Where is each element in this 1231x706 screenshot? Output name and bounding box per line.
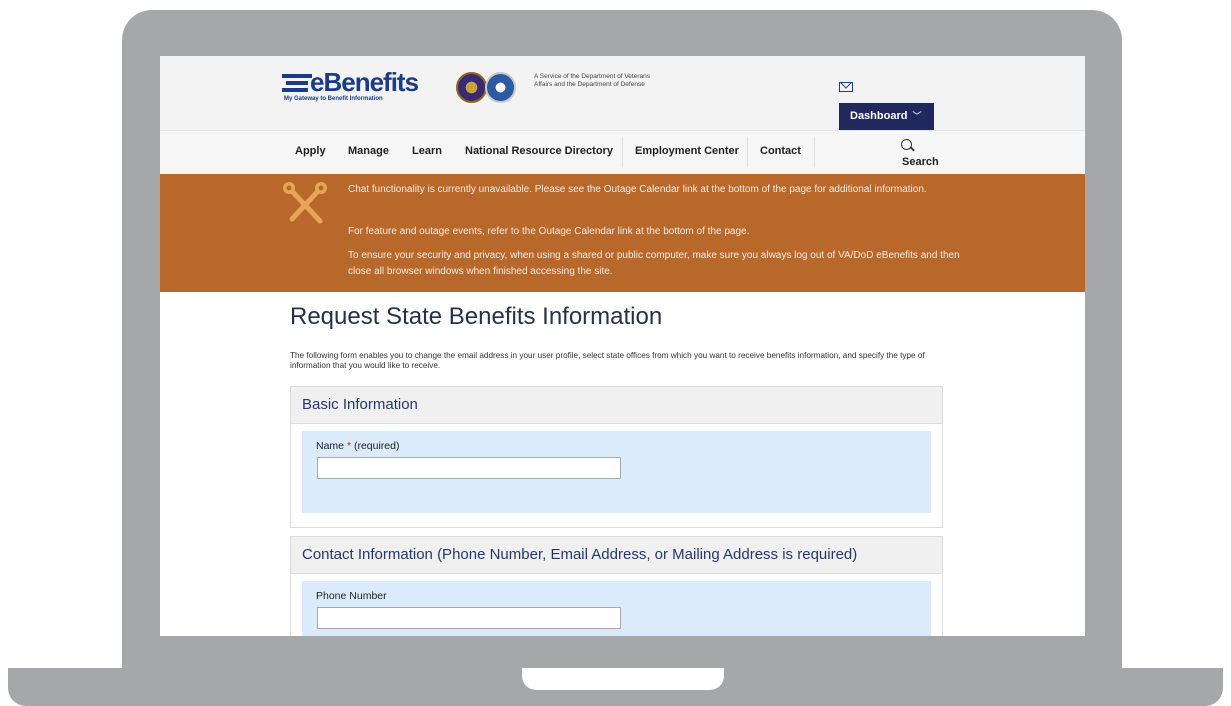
nav-item-national-resource-directory[interactable]: National Resource Directory bbox=[465, 145, 613, 157]
name-label-text: Name bbox=[316, 440, 345, 452]
alert-message: For feature and outage events, refer to … bbox=[348, 226, 750, 237]
nav-item-manage[interactable]: Manage bbox=[348, 145, 389, 157]
mail-icon[interactable] bbox=[839, 82, 853, 92]
contact-information-section: Contact Information (Phone Number, Email… bbox=[290, 536, 943, 636]
alert-message: Chat functionality is currently unavaila… bbox=[348, 184, 927, 195]
intro-text: The following form enables you to change… bbox=[290, 351, 925, 370]
section-title: Contact Information (Phone Number, Email… bbox=[291, 537, 942, 574]
form-panel: Name * (required) bbox=[302, 431, 931, 513]
laptop-screen: eBenefits My Gateway to Benefit Informat… bbox=[160, 56, 1085, 636]
required-mark: * bbox=[346, 440, 352, 452]
nav-divider bbox=[814, 137, 815, 167]
required-text: (required) bbox=[353, 440, 400, 452]
section-title: Basic Information bbox=[291, 387, 942, 424]
phone-number-label: Phone Number bbox=[316, 590, 387, 602]
logo-title: eBenefits bbox=[310, 67, 419, 97]
ebenefits-logo[interactable]: eBenefits My Gateway to Benefit Informat… bbox=[282, 68, 432, 102]
logo-bars-icon bbox=[282, 74, 312, 92]
laptop-notch bbox=[522, 668, 724, 690]
name-input[interactable] bbox=[317, 457, 621, 479]
nav-item-learn[interactable]: Learn bbox=[412, 145, 442, 157]
chevron-down-icon: ﹀ bbox=[912, 111, 922, 121]
nav-divider bbox=[747, 137, 748, 167]
name-label: Name * (required) bbox=[316, 440, 399, 452]
logo-tagline: My Gateway to Benefit Information bbox=[284, 96, 383, 102]
dashboard-label: Dashboard bbox=[850, 110, 908, 122]
dashboard-button[interactable]: Dashboard ﹀ bbox=[839, 103, 934, 130]
site-header: eBenefits My Gateway to Benefit Informat… bbox=[160, 56, 1085, 130]
nav-item-employment-center[interactable]: Employment Center bbox=[635, 145, 739, 157]
dod-seal-icon bbox=[485, 72, 516, 103]
form-panel: Phone Number bbox=[302, 581, 931, 636]
alert-message: To ensure your security and privacy, whe… bbox=[348, 250, 960, 277]
tools-icon bbox=[283, 182, 327, 224]
nav-item-contact[interactable]: Contact bbox=[760, 145, 801, 157]
va-seal-icon bbox=[456, 72, 487, 103]
phone-number-input[interactable] bbox=[317, 607, 621, 629]
basic-information-section: Basic Information Name * (required) bbox=[290, 386, 943, 528]
nav-divider bbox=[622, 137, 623, 167]
nav-item-apply[interactable]: Apply bbox=[295, 145, 326, 157]
search-label[interactable]: Search bbox=[902, 156, 939, 168]
service-text: A Service of the Department of Veterans … bbox=[534, 73, 650, 88]
search-icon[interactable] bbox=[901, 139, 912, 150]
main-nav: Apply Manage Learn National Resource Dir… bbox=[160, 130, 1085, 174]
page-title: Request State Benefits Information bbox=[290, 303, 663, 330]
outage-alert: Chat functionality is currently unavaila… bbox=[160, 174, 1085, 292]
